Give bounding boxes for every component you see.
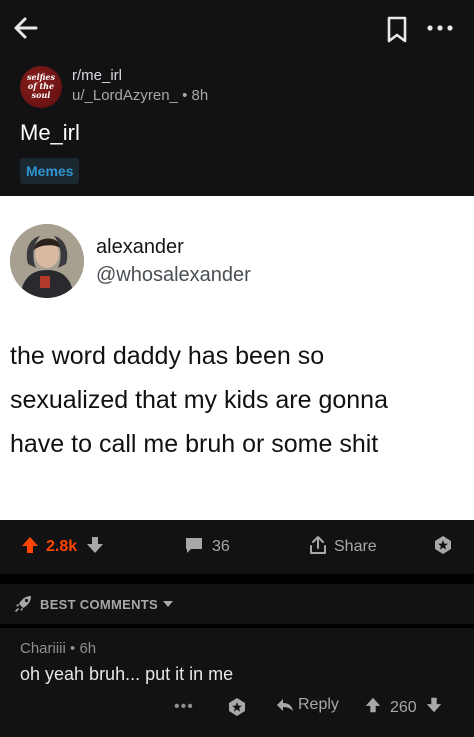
sort-label: BEST COMMENTS: [40, 596, 159, 612]
tweet-text-line: have to call me bruh or some shit: [10, 430, 379, 458]
comment-bubble-icon: [184, 536, 204, 559]
comment-meta: Chariiii • 6h: [20, 640, 96, 657]
post-header: selfies of the soul r/me_irl u/_LordAzyr…: [0, 56, 474, 196]
comment-body: oh yeah bruh... put it in me: [20, 664, 234, 684]
comment-more-icon[interactable]: •••: [174, 698, 194, 716]
post-title[interactable]: Me_irl: [20, 120, 80, 146]
comments-button[interactable]: 36: [184, 534, 230, 560]
vote-control: 2.8k: [20, 534, 105, 560]
tweet-author-name: alexander: [96, 236, 184, 258]
share-icon: [308, 534, 328, 561]
comment-upvote-icon[interactable]: [364, 696, 382, 719]
tweet-text-line: sexualized that my kids are gonna: [10, 386, 388, 414]
share-button[interactable]: Share: [308, 534, 377, 560]
tweet-text: the word daddy has been so sexualized th…: [10, 334, 466, 466]
caret-down-icon: [162, 597, 174, 612]
comment-sort-button[interactable]: BEST COMMENTS: [0, 584, 474, 624]
tweet-author-handle: @whosalexander: [96, 264, 251, 286]
subreddit-avatar[interactable]: selfies of the soul: [20, 66, 62, 108]
downvote-arrow-icon[interactable]: [85, 535, 105, 560]
reply-button[interactable]: Reply: [276, 696, 339, 714]
tweet-avatar: [10, 224, 84, 298]
bookmark-icon[interactable]: [384, 14, 410, 44]
comment-count: 36: [212, 538, 230, 555]
back-arrow-icon[interactable]: [10, 12, 42, 44]
meta-separator: •: [70, 640, 76, 657]
comment-age: 6h: [79, 640, 97, 657]
upvote-count: 2.8k: [46, 538, 78, 555]
tweet-text-line: the word daddy has been so: [10, 342, 325, 370]
reply-label: Reply: [298, 696, 339, 713]
post-author[interactable]: u/_LordAzyren_: [72, 87, 178, 104]
post-image[interactable]: alexander @whosalexander the word daddy …: [0, 196, 474, 520]
top-bar: [0, 0, 474, 56]
more-options-icon[interactable]: [422, 14, 458, 42]
post-age: 8h: [191, 87, 209, 104]
section-divider: [0, 574, 474, 584]
upvote-arrow-icon[interactable]: [20, 535, 40, 560]
comment-author[interactable]: Chariiii: [20, 640, 66, 657]
comment-award-icon[interactable]: [226, 696, 248, 723]
rocket-icon: [14, 593, 34, 616]
post-meta: u/_LordAzyren_ • 8h: [72, 87, 208, 104]
reply-arrow-icon: [277, 699, 293, 711]
post-flair[interactable]: Memes: [20, 158, 80, 184]
comment-actions: ••• Reply 260: [0, 692, 474, 726]
subreddit-name[interactable]: r/me_irl: [72, 67, 122, 84]
comment-vote-control: 260: [364, 696, 443, 719]
subreddit-logo-line: soul: [31, 90, 51, 100]
comment-downvote-icon[interactable]: [425, 696, 443, 719]
award-icon: [432, 534, 454, 561]
award-button[interactable]: [432, 534, 454, 560]
comment-score: 260: [390, 698, 417, 716]
post-actions-bar: 2.8k 36 Share: [0, 520, 474, 574]
meta-separator: •: [182, 87, 188, 104]
comment: Chariiii • 6h oh yeah bruh... put it in …: [0, 628, 474, 737]
share-label: Share: [334, 538, 377, 555]
